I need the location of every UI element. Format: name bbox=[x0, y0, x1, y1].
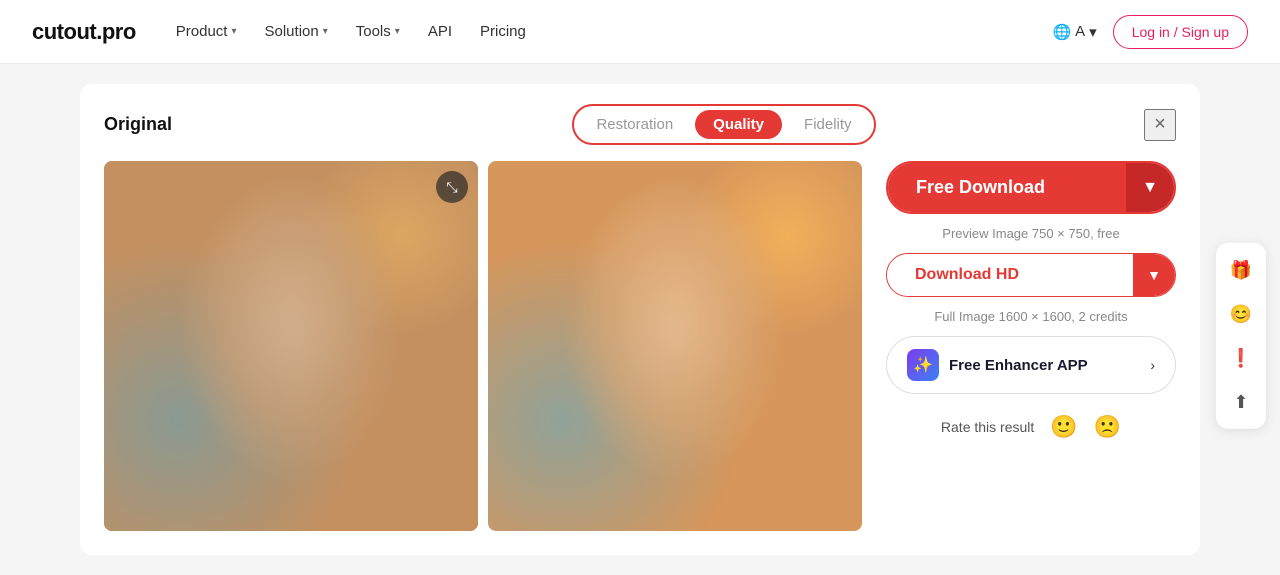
nav-links: Product ▾ Solution ▾ Tools ▾ API Pricing bbox=[176, 23, 1053, 40]
alert-tool-button[interactable]: ❗ bbox=[1222, 339, 1260, 377]
crop-icon[interactable]: ⤡ bbox=[436, 171, 468, 203]
enhanced-image bbox=[488, 161, 862, 531]
side-tools-panel: 🎁 😊 ❗ ⬆ bbox=[1216, 243, 1266, 429]
tab-restoration[interactable]: Restoration bbox=[578, 110, 691, 139]
language-button[interactable]: 🌐 A ▾ bbox=[1052, 23, 1096, 41]
nav-solution[interactable]: Solution ▾ bbox=[265, 23, 328, 40]
gift-tool-button[interactable]: 🎁 bbox=[1222, 251, 1260, 289]
rate-label: Rate this result bbox=[941, 419, 1034, 435]
tab-quality[interactable]: Quality bbox=[695, 110, 782, 139]
download-hd-wrapper: Download HD ▼ bbox=[886, 253, 1176, 297]
download-hd-dropdown[interactable]: ▼ bbox=[1133, 254, 1175, 296]
nav-tools[interactable]: Tools ▾ bbox=[356, 23, 400, 40]
hd-info-text: Full Image 1600 × 1600, 2 credits bbox=[886, 309, 1176, 324]
login-button[interactable]: Log in / Sign up bbox=[1113, 15, 1248, 49]
download-hd-button[interactable]: Download HD bbox=[887, 254, 1133, 296]
enhancer-chevron-icon: › bbox=[1150, 357, 1155, 373]
enhancer-app-button[interactable]: ✨ Free Enhancer APP › bbox=[886, 336, 1176, 394]
chevron-down-icon: ▼ bbox=[1147, 267, 1161, 283]
logo[interactable]: cutout.pro bbox=[32, 19, 136, 45]
tab-fidelity[interactable]: Fidelity bbox=[786, 110, 870, 139]
chevron-down-icon: ▼ bbox=[1142, 179, 1158, 197]
result-card: Original Restoration Quality Fidelity × … bbox=[80, 84, 1200, 555]
chevron-icon: ▾ bbox=[323, 26, 328, 37]
nav-right: 🌐 A ▾ Log in / Sign up bbox=[1052, 15, 1248, 49]
chevron-icon: ▾ bbox=[231, 26, 236, 37]
card-top-row: Original Restoration Quality Fidelity × bbox=[104, 104, 1176, 145]
free-download-dropdown[interactable]: ▼ bbox=[1126, 163, 1174, 212]
enhancer-app-label: Free Enhancer APP bbox=[949, 357, 1088, 374]
girl-photo-enhanced bbox=[488, 161, 862, 531]
preview-info-text: Preview Image 750 × 750, free bbox=[886, 226, 1176, 241]
navbar: cutout.pro Product ▾ Solution ▾ Tools ▾ … bbox=[0, 0, 1280, 64]
free-download-button[interactable]: Free Download bbox=[888, 163, 1126, 212]
images-row: ⤡ Free Download ▼ Preview Image 750 × 75… bbox=[104, 161, 1176, 531]
right-panel: Free Download ▼ Preview Image 750 × 750,… bbox=[862, 161, 1176, 440]
close-button[interactable]: × bbox=[1144, 109, 1176, 141]
avatar-tool-button[interactable]: 😊 bbox=[1222, 295, 1260, 333]
main-content: Original Restoration Quality Fidelity × … bbox=[0, 64, 1280, 575]
chevron-icon: ▾ bbox=[395, 26, 400, 37]
enhancer-app-icon: ✨ bbox=[907, 349, 939, 381]
original-label: Original bbox=[104, 114, 304, 135]
nav-api[interactable]: API bbox=[428, 23, 452, 40]
free-download-wrapper: Free Download ▼ bbox=[886, 161, 1176, 214]
nav-pricing[interactable]: Pricing bbox=[480, 23, 526, 40]
nav-product[interactable]: Product ▾ bbox=[176, 23, 237, 40]
original-image: ⤡ bbox=[104, 161, 478, 531]
tab-group: Restoration Quality Fidelity bbox=[572, 104, 875, 145]
thumbs-down-icon[interactable]: 🙁 bbox=[1094, 414, 1121, 440]
rate-row: Rate this result 🙂 🙁 bbox=[886, 414, 1176, 440]
thumbs-up-icon[interactable]: 🙂 bbox=[1050, 414, 1077, 440]
upload-tool-button[interactable]: ⬆ bbox=[1222, 383, 1260, 421]
girl-photo-original bbox=[104, 161, 478, 531]
